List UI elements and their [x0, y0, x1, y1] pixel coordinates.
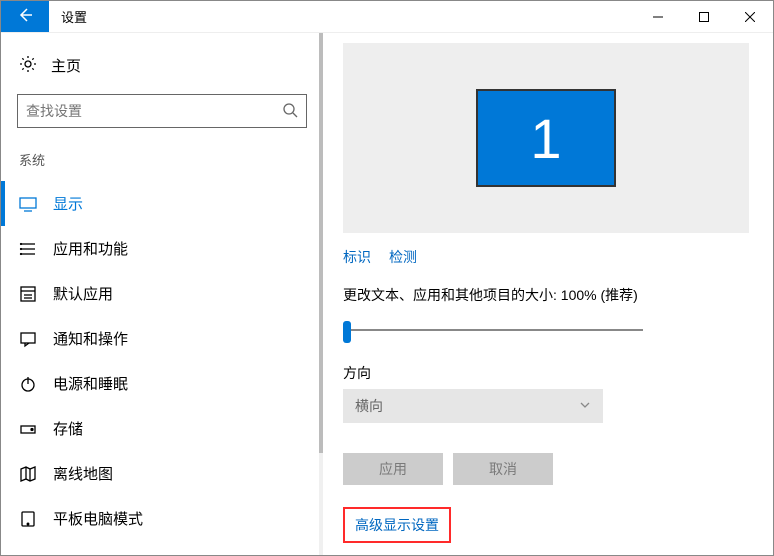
direction-label: 方向 — [343, 357, 749, 389]
sidebar-item-storage[interactable]: 存储 — [1, 406, 323, 451]
chevron-down-icon — [579, 398, 591, 414]
sidebar: 主页 系统 显示 应用和功能 — [1, 33, 323, 555]
detect-link[interactable]: 检测 — [389, 247, 417, 267]
sidebar-item-apps[interactable]: 应用和功能 — [1, 226, 323, 271]
monitor-preview: 1 — [343, 43, 749, 233]
content-area: 主页 系统 显示 应用和功能 — [1, 33, 773, 555]
sidebar-item-notifications[interactable]: 通知和操作 — [1, 316, 323, 361]
gear-icon — [19, 55, 37, 76]
sidebar-item-label: 通知和操作 — [53, 328, 128, 349]
main-panel: 1 标识 检测 更改文本、应用和其他项目的大小: 100% (推荐) 方向 横向… — [323, 33, 773, 555]
sidebar-item-label: 应用和功能 — [53, 238, 128, 259]
titlebar: 设置 — [1, 1, 773, 33]
direction-value: 横向 — [355, 396, 383, 416]
search-box[interactable] — [17, 94, 307, 128]
sidebar-item-label: 存储 — [53, 418, 83, 439]
monitor-1[interactable]: 1 — [476, 89, 616, 187]
advanced-display-settings-link[interactable]: 高级显示设置 — [343, 507, 451, 543]
button-row: 应用 取消 — [343, 423, 749, 507]
cancel-button[interactable]: 取消 — [453, 453, 553, 485]
minimize-button[interactable] — [635, 1, 681, 32]
section-header: 系统 — [1, 142, 323, 181]
window-title: 设置 — [49, 1, 635, 32]
sidebar-item-power[interactable]: 电源和睡眠 — [1, 361, 323, 406]
sidebar-item-maps[interactable]: 离线地图 — [1, 451, 323, 496]
defaults-icon — [19, 285, 37, 303]
power-icon — [19, 375, 37, 393]
slider-thumb[interactable] — [343, 321, 351, 343]
home-label: 主页 — [51, 55, 81, 76]
back-button[interactable] — [1, 1, 49, 32]
sidebar-item-tablet[interactable]: 平板电脑模式 — [1, 496, 323, 541]
sidebar-item-defaults[interactable]: 默认应用 — [1, 271, 323, 316]
direction-select[interactable]: 横向 — [343, 389, 603, 423]
close-button[interactable] — [727, 1, 773, 32]
sidebar-item-label: 平板电脑模式 — [53, 508, 143, 529]
slider-track — [343, 329, 643, 331]
monitor-number: 1 — [530, 106, 561, 171]
identify-link[interactable]: 标识 — [343, 247, 371, 267]
arrow-left-icon — [17, 7, 33, 26]
scale-label: 更改文本、应用和其他项目的大小: 100% (推荐) — [343, 277, 749, 317]
sidebar-item-label: 默认应用 — [53, 283, 113, 304]
window-controls — [635, 1, 773, 32]
apply-button[interactable]: 应用 — [343, 453, 443, 485]
search-input[interactable] — [26, 103, 282, 119]
tablet-icon — [19, 510, 37, 528]
display-links: 标识 检测 — [343, 233, 749, 277]
storage-icon — [19, 420, 37, 438]
search-container — [1, 84, 323, 142]
search-icon — [282, 102, 298, 121]
display-icon — [19, 195, 37, 213]
home-button[interactable]: 主页 — [1, 47, 323, 84]
scale-slider[interactable] — [343, 317, 643, 357]
maximize-button[interactable] — [681, 1, 727, 32]
sidebar-item-label: 显示 — [53, 193, 83, 214]
sidebar-item-label: 离线地图 — [53, 463, 113, 484]
sidebar-item-label: 电源和睡眠 — [53, 373, 128, 394]
notifications-icon — [19, 330, 37, 348]
maps-icon — [19, 465, 37, 483]
apps-icon — [19, 240, 37, 258]
sidebar-item-display[interactable]: 显示 — [1, 181, 323, 226]
